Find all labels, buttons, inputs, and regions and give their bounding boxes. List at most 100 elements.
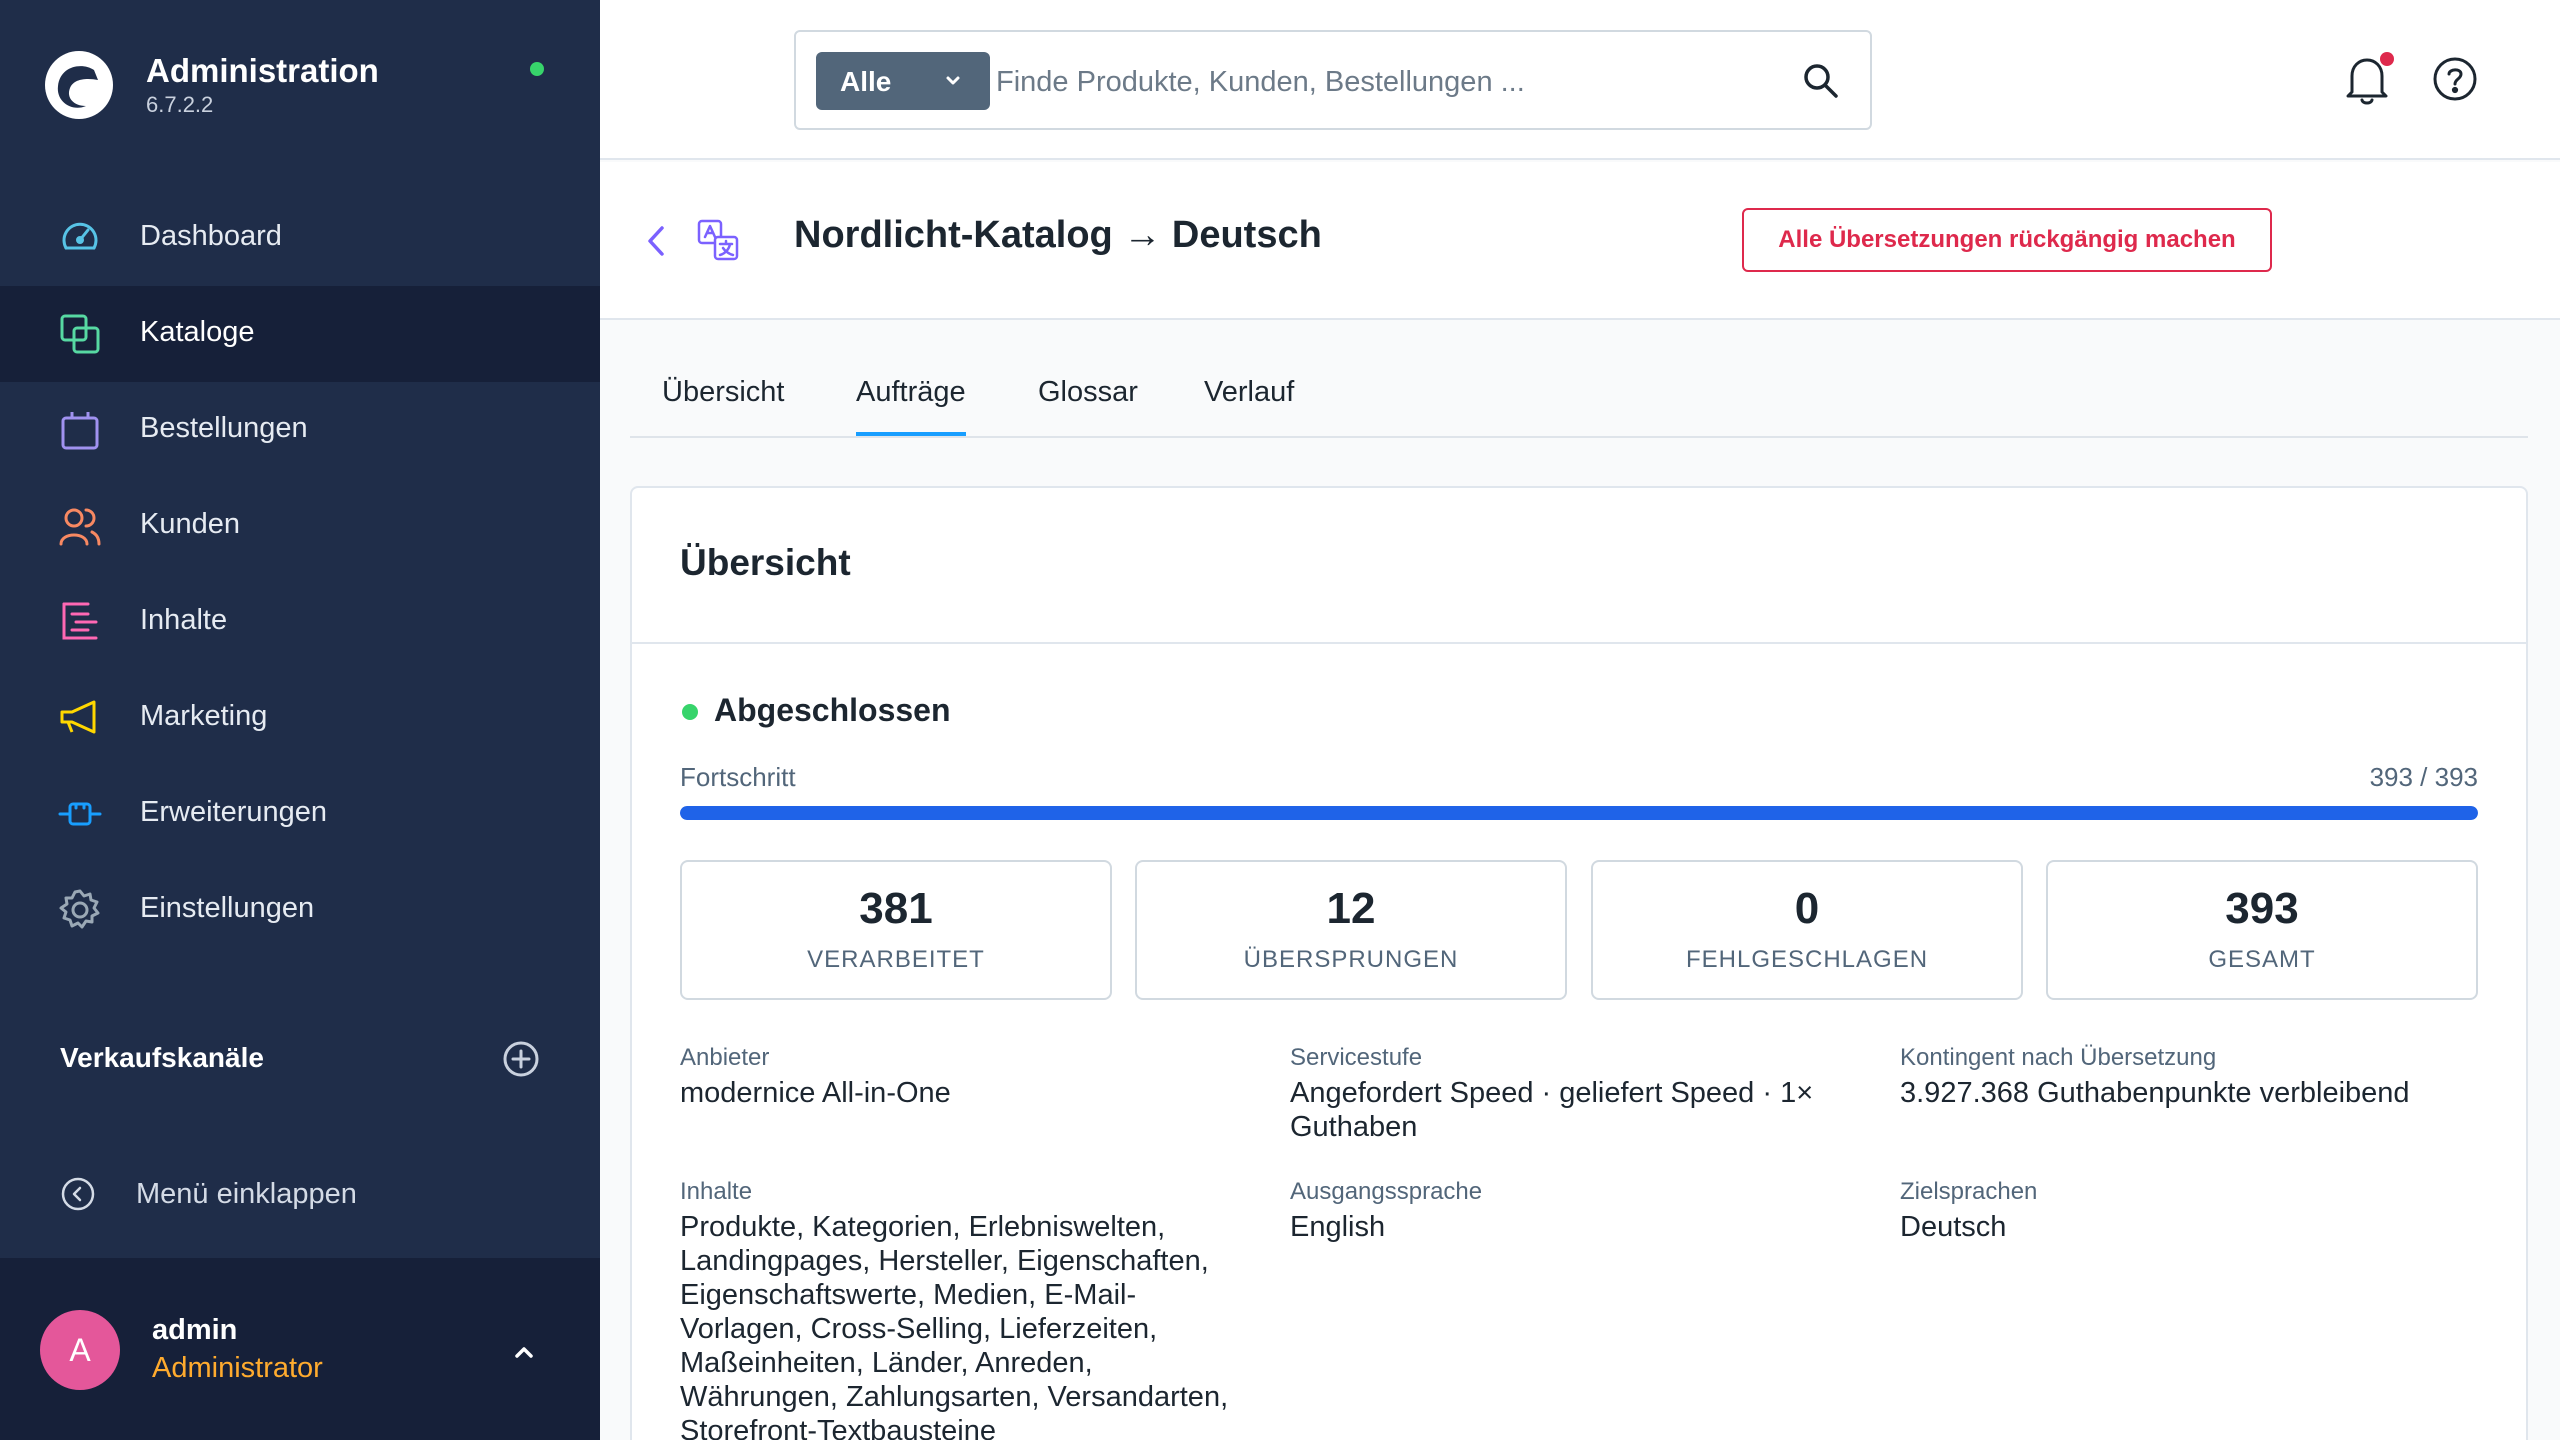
- search-type-label: Alle: [840, 66, 892, 97]
- stat-value: 393: [2225, 884, 2299, 933]
- detail-target-languages: Zielsprachen Deutsch: [1900, 1176, 2470, 1244]
- detail-value: Angefordert Speed · geliefert Speed · 1×…: [1290, 1077, 1814, 1143]
- sidebar-item-dashboard[interactable]: Dashboard: [0, 190, 600, 286]
- stat-skipped: 12 ÜBERSPRUNGEN: [1135, 860, 1567, 1000]
- detail-label: Anbieter: [680, 1044, 770, 1071]
- brand: Administration 6.7.2.2: [44, 50, 564, 120]
- detail-source-language: Ausgangssprache English: [1290, 1176, 1860, 1244]
- catalog-icon: [60, 314, 100, 354]
- gear-icon: [59, 889, 100, 929]
- progress-bar-fill: [680, 806, 2478, 820]
- search-icon[interactable]: [1800, 60, 1842, 102]
- stat-value: 12: [1326, 884, 1376, 933]
- job-status: Abgeschlossen: [714, 692, 951, 728]
- sidebar-item-label: Bestellungen: [140, 412, 308, 444]
- sidebar-item-kunden[interactable]: Kunden: [0, 478, 600, 574]
- detail-label: Zielsprachen: [1900, 1178, 2038, 1205]
- translate-icon: [697, 219, 739, 261]
- sales-channels-section: Verkaufskanäle: [60, 1034, 540, 1084]
- stat-total: 393 GESAMT: [2046, 860, 2478, 1000]
- sidebar-item-kataloge[interactable]: Kataloge: [0, 286, 600, 382]
- tab-verlauf[interactable]: Verlauf: [1204, 376, 1294, 436]
- sidebar: Administration 6.7.2.2 Dashboard Katalog…: [0, 0, 600, 1440]
- stat-label: FEHLGESCHLAGEN: [1685, 946, 1929, 973]
- collapse-menu-label: Menü einklappen: [136, 1178, 357, 1210]
- search-type-dropdown[interactable]: Alle: [816, 52, 990, 110]
- dashboard-gauge-icon: [62, 222, 98, 250]
- status-indicator: [530, 62, 544, 76]
- detail-contents: Inhalte Produkte, Kategorien, Erlebniswe…: [680, 1176, 1250, 1440]
- detail-value: 3.927.368 Guthabenpunkte verbleibend: [1900, 1077, 2410, 1109]
- sidebar-item-erweiterungen[interactable]: Erweiterungen: [0, 766, 600, 862]
- progress-bar: [680, 806, 2478, 820]
- page-header: Nordlicht-Katalog → Deutsch Alle Überset…: [600, 162, 2560, 320]
- overview-card: Übersicht Abgeschlossen Fortschritt 393 …: [630, 486, 2528, 1440]
- stats-row: 381 VERARBEITET 12 ÜBERSPRUNGEN 0 FEHLGE…: [680, 860, 2478, 1000]
- search-input[interactable]: [996, 54, 1756, 110]
- tab-auftraege[interactable]: Aufträge: [856, 376, 966, 436]
- megaphone-icon: [60, 700, 96, 734]
- detail-value: Produkte, Kategorien, Erlebniswelten, La…: [680, 1211, 1229, 1440]
- card-title: Übersicht: [680, 542, 851, 583]
- tab-uebersicht[interactable]: Übersicht: [662, 376, 785, 436]
- sidebar-item-label: Dashboard: [140, 220, 282, 252]
- detail-value: English: [1290, 1211, 1386, 1243]
- sidebar-item-label: Erweiterungen: [140, 796, 327, 828]
- stat-label: VERARBEITET: [807, 946, 985, 973]
- progress-label: Fortschritt: [680, 762, 796, 792]
- detail-label: Ausgangssprache: [1290, 1178, 1483, 1205]
- progress-count: 393 / 393: [2369, 762, 2478, 792]
- content-list-icon: [62, 602, 98, 640]
- global-search: Alle: [794, 30, 1872, 130]
- app-title: Administration: [146, 52, 379, 89]
- shopware-logo-icon: [45, 51, 113, 119]
- add-sales-channel-icon[interactable]: [502, 1040, 540, 1078]
- shopping-bag-icon: [61, 412, 99, 450]
- sidebar-item-label: Inhalte: [140, 604, 228, 636]
- stat-failed: 0 FEHLGESCHLAGEN: [1591, 860, 2023, 1000]
- sidebar-item-label: Marketing: [140, 700, 268, 732]
- chevron-down-icon: [946, 76, 960, 85]
- sidebar-item-bestellungen[interactable]: Bestellungen: [0, 382, 600, 478]
- main-navigation: Dashboard Kataloge Bestellungen Kunden I…: [0, 190, 600, 958]
- detail-value: modernice All-in-One: [680, 1077, 951, 1109]
- notification-badge: [2380, 52, 2394, 66]
- detail-provider: Anbieter modernice All-in-One: [680, 1042, 1250, 1110]
- detail-label: Inhalte: [680, 1178, 753, 1205]
- sales-channels-title: Verkaufskanäle: [60, 1042, 264, 1073]
- chevron-left-circle-icon: [61, 1177, 95, 1211]
- stat-value: 381: [859, 884, 933, 933]
- help-icon[interactable]: [2432, 56, 2478, 102]
- stat-processed: 381 VERARBEITET: [680, 860, 1112, 1000]
- page-title: Nordlicht-Katalog → Deutsch: [794, 214, 1322, 256]
- detail-service-level: Servicestufe Angefordert Speed · geliefe…: [1290, 1042, 1860, 1144]
- detail-label: Kontingent nach Übersetzung: [1900, 1044, 2217, 1071]
- stat-label: GESAMT: [2208, 946, 2316, 973]
- user-role: Administrator: [152, 1352, 323, 1384]
- tab-glossar[interactable]: Glossar: [1038, 376, 1138, 436]
- customers-icon: [59, 508, 101, 546]
- user-panel: A admin Administrator: [0, 1258, 600, 1440]
- sidebar-item-marketing[interactable]: Marketing: [0, 670, 600, 766]
- sidebar-item-einstellungen[interactable]: Einstellungen: [0, 862, 600, 958]
- sidebar-item-label: Kunden: [140, 508, 240, 540]
- collapse-menu-button[interactable]: Menü einklappen: [60, 1172, 540, 1220]
- chevron-up-icon[interactable]: [506, 1334, 542, 1370]
- stat-value: 0: [1794, 884, 1820, 933]
- detail-quota: Kontingent nach Übersetzung 3.927.368 Gu…: [1900, 1042, 2470, 1110]
- plugin-icon: [58, 802, 102, 826]
- card-header: Übersicht: [632, 488, 2526, 644]
- stat-label: ÜBERSPRUNGEN: [1243, 946, 1459, 973]
- sidebar-item-inhalte[interactable]: Inhalte: [0, 574, 600, 670]
- sidebar-item-label: Einstellungen: [140, 892, 315, 924]
- detail-value: Deutsch: [1900, 1211, 2007, 1243]
- avatar[interactable]: A: [40, 1310, 120, 1390]
- revert-all-translations-button[interactable]: Alle Übersetzungen rückgängig machen: [1742, 208, 2272, 272]
- top-bar: Alle: [600, 0, 2560, 160]
- tab-bar: Übersicht Aufträge Glossar Verlauf: [630, 360, 2528, 438]
- detail-label: Servicestufe: [1290, 1044, 1423, 1071]
- status-dot: [682, 704, 698, 720]
- sidebar-item-label: Kataloge: [140, 316, 255, 348]
- back-chevron-icon[interactable]: [642, 220, 670, 262]
- app-version: 6.7.2.2: [146, 92, 214, 117]
